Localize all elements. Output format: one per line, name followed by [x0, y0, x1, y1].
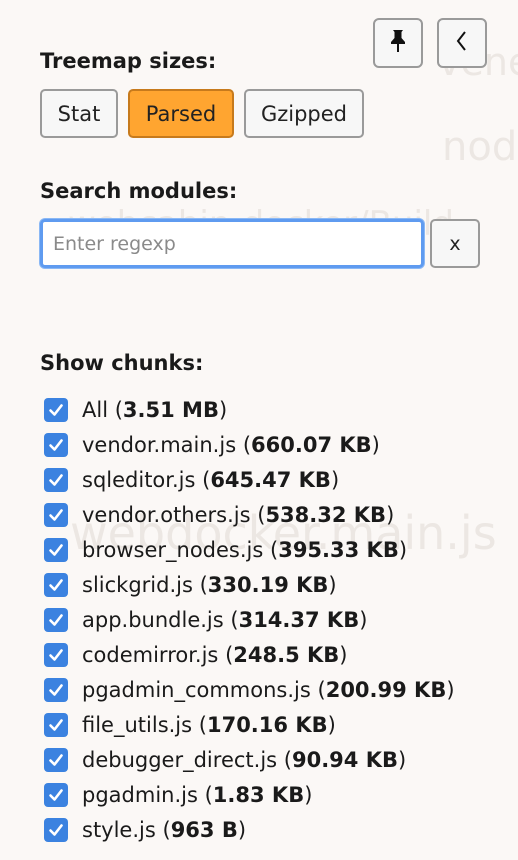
chunk-checkbox[interactable]: [44, 572, 68, 597]
chunk-item[interactable]: style.js (963 B): [42, 812, 455, 847]
chunk-size: 90.94 KB: [291, 747, 398, 772]
chunk-item[interactable]: sqleditor.js (645.47 KB): [42, 462, 455, 497]
checkmark-icon: [49, 823, 63, 836]
checkmark-icon: [49, 753, 63, 766]
chunk-label: codemirror.js (248.5 KB): [82, 642, 348, 667]
chunk-label: style.js (963 B): [82, 817, 247, 842]
chunk-checkbox[interactable]: [44, 677, 68, 702]
size-gzipped-button[interactable]: Gzipped: [244, 89, 364, 138]
chunk-item[interactable]: slickgrid.js (330.19 KB): [42, 567, 455, 602]
chunk-label: app.bundle.js (314.37 KB): [82, 607, 368, 632]
chunk-item[interactable]: vendor.others.js (538.32 KB): [42, 497, 455, 532]
chunk-size: 963 B: [170, 817, 238, 842]
checkmark-icon: [49, 438, 63, 451]
chunk-size: 660.07 KB: [251, 432, 372, 457]
checkmark-icon: [49, 403, 63, 416]
chunk-item[interactable]: file_utils.js (170.16 KB): [42, 707, 455, 742]
chunk-label: slickgrid.js (330.19 KB): [82, 572, 337, 597]
chunk-label: file_utils.js (170.16 KB): [82, 712, 336, 737]
chunk-size: 645.47 KB: [210, 467, 331, 492]
chunk-item[interactable]: codemirror.js (248.5 KB): [42, 637, 455, 672]
chunk-item[interactable]: pgadmin.js (1.83 KB): [42, 777, 455, 812]
chunk-size: 330.19 KB: [207, 572, 329, 597]
clear-search-button[interactable]: x: [430, 219, 480, 268]
checkmark-icon: [49, 788, 63, 801]
chunk-checkbox[interactable]: [44, 712, 68, 737]
chunk-label: sqleditor.js (645.47 KB): [82, 467, 340, 492]
chunk-label: debugger_direct.js (90.94 KB): [82, 747, 407, 772]
chunk-size: 170.16 KB: [206, 712, 328, 737]
chunk-item[interactable]: vendor.main.js (660.07 KB): [42, 427, 455, 462]
chunk-checkbox[interactable]: [44, 502, 68, 527]
chunk-item[interactable]: debugger_direct.js (90.94 KB): [42, 742, 455, 777]
chunk-label: pgadmin.js (1.83 KB): [82, 782, 313, 807]
sidebar-panel: vene nod webcabin-docker/Build webdocker…: [0, 0, 518, 860]
chunk-size: 538.32 KB: [265, 502, 387, 527]
chunk-item[interactable]: app.bundle.js (314.37 KB): [42, 602, 455, 637]
chunk-item[interactable]: browser_nodes.js (395.33 KB): [42, 532, 455, 567]
chunk-label: vendor.others.js (538.32 KB): [82, 502, 395, 527]
chunk-checkbox[interactable]: [44, 817, 68, 842]
chunk-label: All (3.51 MB): [82, 397, 228, 422]
chunk-size: 248.5 KB: [233, 642, 340, 667]
chunk-size: 314.37 KB: [238, 607, 360, 632]
size-parsed-button[interactable]: Parsed: [128, 89, 234, 138]
search-modules-title: Search modules:: [40, 179, 238, 203]
background-treemap-label: nod: [442, 124, 518, 170]
chunk-size: 1.83 KB: [212, 782, 305, 807]
checkmark-icon: [49, 613, 63, 626]
chunk-checkbox[interactable]: [44, 467, 68, 492]
chunk-label: vendor.main.js (660.07 KB): [82, 432, 380, 457]
chunk-checkbox[interactable]: [44, 642, 68, 667]
treemap-sizes-title: Treemap sizes:: [40, 49, 217, 73]
chunk-label: pgadmin_commons.js (200.99 KB): [82, 677, 455, 702]
checkmark-icon: [49, 648, 63, 661]
chunk-size: 395.33 KB: [278, 537, 399, 562]
chunk-checkbox[interactable]: [44, 397, 68, 422]
checkmark-icon: [49, 718, 63, 731]
pin-icon: [387, 28, 409, 58]
chunk-size: 200.99 KB: [325, 677, 447, 702]
checkmark-icon: [49, 508, 63, 521]
collapse-sidebar-button[interactable]: [437, 18, 487, 68]
chunk-size: 3.51 MB: [122, 397, 219, 422]
chunk-checkbox[interactable]: [44, 537, 68, 562]
chevron-left-icon: [454, 29, 470, 57]
show-chunks-title: Show chunks:: [40, 351, 204, 375]
chunk-checkbox[interactable]: [44, 607, 68, 632]
size-stat-button[interactable]: Stat: [40, 89, 118, 138]
pin-sidebar-button[interactable]: [373, 18, 423, 68]
checkmark-icon: [49, 473, 63, 486]
chunk-label: browser_nodes.js (395.33 KB): [82, 537, 408, 562]
chunk-list: All (3.51 MB) vendor.main.js (660.07 KB)…: [42, 392, 455, 847]
chunk-item[interactable]: All (3.51 MB): [42, 392, 455, 427]
checkmark-icon: [49, 683, 63, 696]
chunk-checkbox[interactable]: [44, 782, 68, 807]
chunk-item[interactable]: pgadmin_commons.js (200.99 KB): [42, 672, 455, 707]
chunk-checkbox[interactable]: [44, 432, 68, 457]
search-input[interactable]: [40, 219, 424, 268]
checkmark-icon: [49, 543, 63, 556]
checkmark-icon: [49, 578, 63, 591]
chunk-checkbox[interactable]: [44, 747, 68, 772]
